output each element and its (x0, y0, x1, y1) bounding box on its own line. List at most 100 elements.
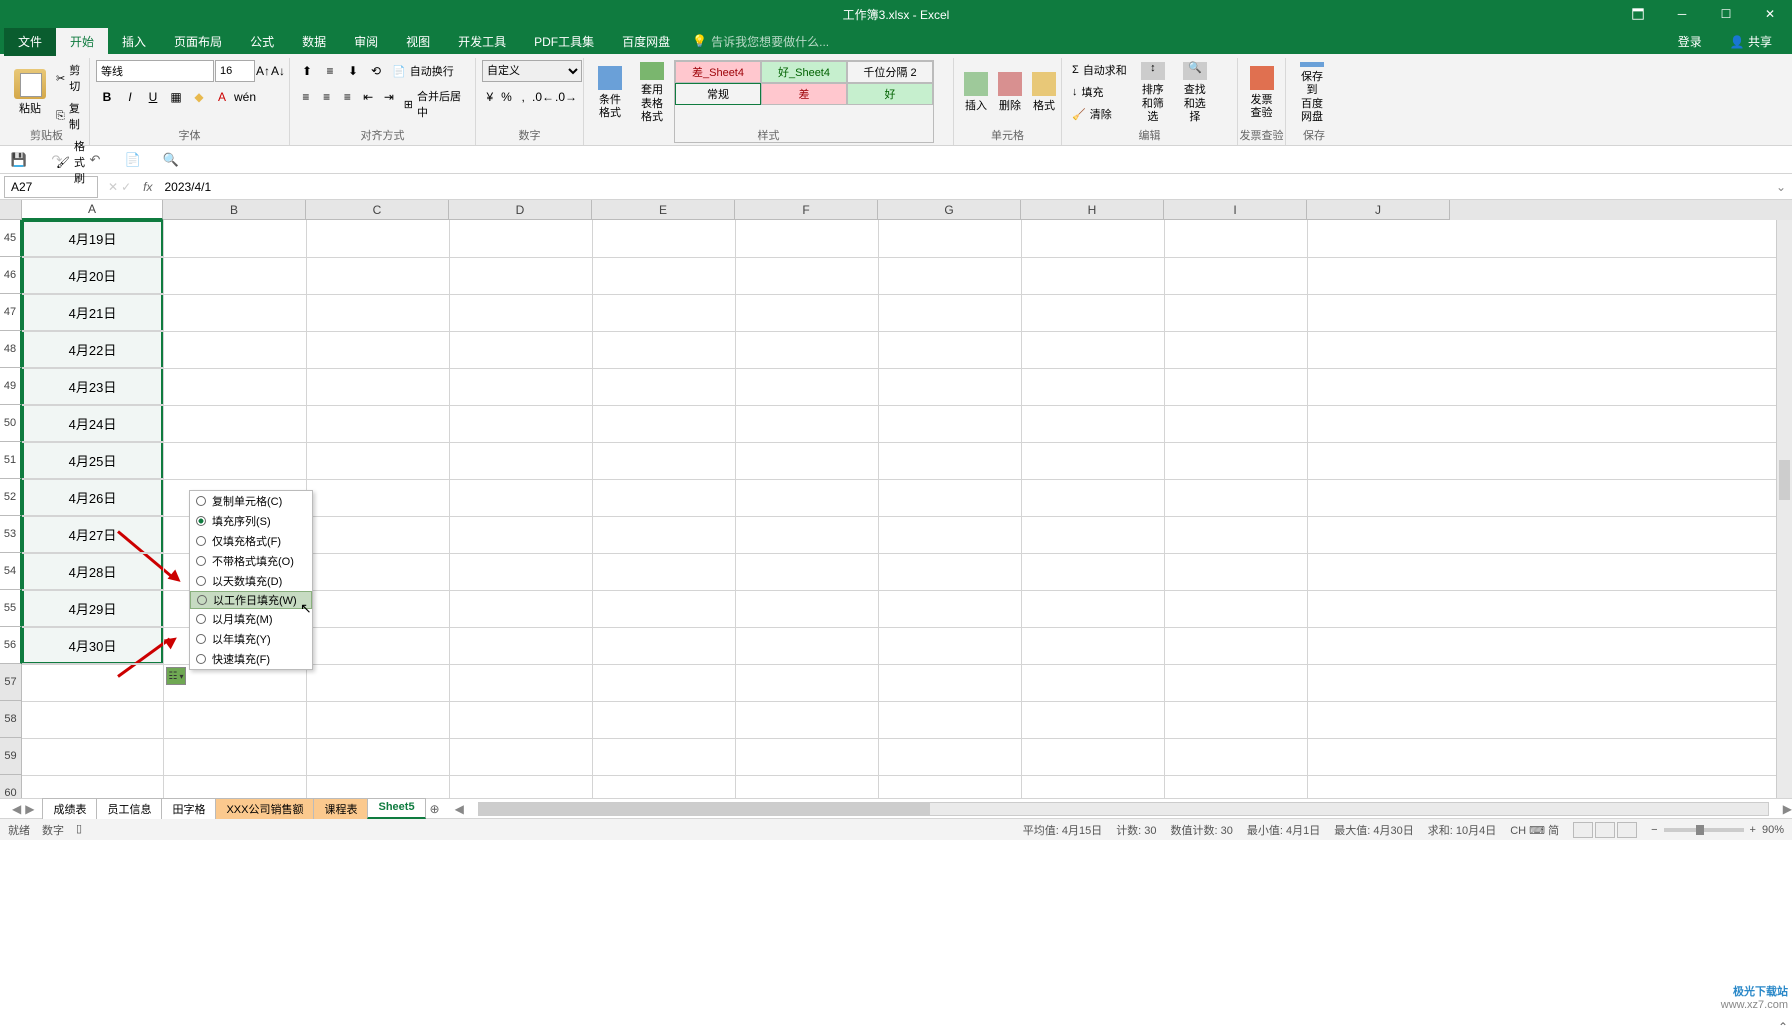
row-header-54[interactable]: 54 (0, 553, 22, 590)
decrease-font-icon[interactable]: A↓ (271, 60, 285, 82)
row-header-51[interactable]: 51 (0, 442, 22, 479)
clear-button[interactable]: 🧹清除 (1068, 104, 1131, 124)
cell-A53[interactable]: 4月27日 (22, 516, 163, 553)
column-header-J[interactable]: J (1307, 200, 1450, 220)
horizontal-scrollbar[interactable] (478, 802, 1769, 816)
spreadsheet-grid[interactable]: ABCDEFGHIJ 45464748495051525354555657585… (0, 200, 1792, 798)
tab-file[interactable]: 文件 (4, 27, 56, 56)
cell-A54[interactable]: 4月28日 (22, 553, 163, 590)
login-button[interactable]: 登录 (1664, 27, 1716, 56)
print-preview-icon[interactable]: 🔍 (160, 149, 182, 171)
align-middle-icon[interactable]: ≡ (319, 60, 341, 82)
tab-insert[interactable]: 插入 (108, 27, 160, 56)
tab-developer[interactable]: 开发工具 (444, 27, 520, 56)
zoom-value[interactable]: 90% (1762, 824, 1784, 836)
expand-formula-bar-icon[interactable]: ⌄ (1770, 180, 1792, 194)
align-right-icon[interactable]: ≡ (338, 86, 358, 108)
autofill-option-3[interactable]: 不带格式填充(O) (190, 551, 312, 571)
sheet-tab-1[interactable]: 员工信息 (96, 798, 162, 819)
number-format-combo[interactable]: 自定义 (482, 60, 582, 82)
minimize-button[interactable]: ─ (1660, 0, 1704, 28)
zoom-in-icon[interactable]: + (1750, 824, 1756, 836)
row-header-53[interactable]: 53 (0, 516, 22, 553)
maximize-button[interactable]: ☐ (1704, 0, 1748, 28)
tab-review[interactable]: 审阅 (340, 27, 392, 56)
border-button[interactable]: ▦ (165, 86, 187, 108)
sheet-nav-next-icon[interactable]: ▶ (25, 802, 34, 816)
macro-record-icon[interactable]: ▯ (76, 822, 82, 838)
paste-button[interactable]: 粘贴 (10, 60, 50, 126)
accept-formula-icon[interactable]: ✓ (121, 180, 131, 194)
collapse-ribbon-icon[interactable]: ⌃ (1778, 1020, 1788, 1034)
cut-button[interactable]: ✂剪切 (52, 60, 89, 96)
row-header-46[interactable]: 46 (0, 257, 22, 294)
sort-filter-button[interactable]: ↕排序和筛选 (1133, 60, 1173, 126)
cell-A51[interactable]: 4月25日 (22, 442, 163, 479)
row-header-58[interactable]: 58 (0, 701, 22, 738)
sheet-tab-3[interactable]: XXX公司销售额 (215, 798, 314, 819)
row-headers[interactable]: 45464748495051525354555657585960 (0, 220, 22, 798)
align-top-icon[interactable]: ⬆ (296, 60, 318, 82)
close-button[interactable]: ✕ (1748, 0, 1792, 28)
find-select-button[interactable]: 🔍查找和选择 (1175, 60, 1215, 126)
sheet-tab-5[interactable]: Sheet5 (367, 798, 425, 819)
invoice-check-button[interactable]: 发票 查验 (1244, 60, 1279, 126)
row-header-59[interactable]: 59 (0, 738, 22, 775)
tab-data[interactable]: 数据 (288, 27, 340, 56)
comma-icon[interactable]: , (515, 86, 531, 108)
cell-A52[interactable]: 4月26日 (22, 479, 163, 516)
style-bad[interactable]: 差 (761, 83, 847, 105)
increase-indent-icon[interactable]: ⇥ (379, 86, 399, 108)
row-header-49[interactable]: 49 (0, 368, 22, 405)
autofill-option-1[interactable]: 填充序列(S) (190, 511, 312, 531)
autofill-option-6[interactable]: 以月填充(M) (190, 609, 312, 629)
conditional-format-button[interactable]: 条件格式 (590, 60, 630, 126)
zoom-slider[interactable] (1664, 828, 1744, 832)
autofill-option-8[interactable]: 快速填充(F) (190, 649, 312, 669)
hscroll-left-icon[interactable]: ◀ (455, 802, 464, 816)
new-icon[interactable]: 📄 (122, 149, 144, 171)
tab-formulas[interactable]: 公式 (236, 27, 288, 56)
font-name-combo[interactable] (96, 60, 214, 82)
row-header-55[interactable]: 55 (0, 590, 22, 627)
format-cells-button[interactable]: 格式 (1028, 60, 1060, 126)
share-button[interactable]: 👤 共享 (1716, 27, 1786, 56)
autofill-option-4[interactable]: 以天数填充(D) (190, 571, 312, 591)
phonetic-button[interactable]: wén (234, 86, 256, 108)
tab-page-layout[interactable]: 页面布局 (160, 27, 236, 56)
decrease-indent-icon[interactable]: ⇤ (358, 86, 378, 108)
insert-cells-button[interactable]: 插入 (960, 60, 992, 126)
column-header-C[interactable]: C (306, 200, 449, 220)
sheet-nav-prev-icon[interactable]: ◀ (12, 802, 21, 816)
row-header-52[interactable]: 52 (0, 479, 22, 516)
underline-button[interactable]: U (142, 86, 164, 108)
save-baidu-button[interactable]: 保存到 百度网盘 (1292, 60, 1332, 126)
page-break-view-icon[interactable] (1617, 822, 1637, 838)
autofill-option-5[interactable]: 以工作日填充(W) (190, 591, 312, 609)
row-header-45[interactable]: 45 (0, 220, 22, 257)
italic-button[interactable]: I (119, 86, 141, 108)
select-all-triangle[interactable] (0, 200, 22, 220)
decrease-decimal-icon[interactable]: .0→ (555, 86, 577, 108)
align-left-icon[interactable]: ≡ (296, 86, 316, 108)
formula-input[interactable] (158, 180, 1769, 194)
autofill-options-button[interactable]: ☷▾ (166, 667, 186, 685)
fill-button[interactable]: ↓填充 (1068, 82, 1131, 102)
row-header-50[interactable]: 50 (0, 405, 22, 442)
sheet-tab-4[interactable]: 课程表 (313, 798, 368, 819)
row-header-60[interactable]: 60 (0, 775, 22, 798)
column-header-A[interactable]: A (22, 200, 163, 220)
style-good-sheet[interactable]: 好_Sheet4 (761, 61, 847, 83)
cancel-formula-icon[interactable]: ✕ (108, 180, 118, 194)
row-header-56[interactable]: 56 (0, 627, 22, 664)
wrap-text-button[interactable]: 📄自动换行 (388, 60, 458, 82)
row-header-47[interactable]: 47 (0, 294, 22, 331)
autofill-option-2[interactable]: 仅填充格式(F) (190, 531, 312, 551)
column-header-D[interactable]: D (449, 200, 592, 220)
zoom-out-icon[interactable]: − (1651, 824, 1657, 836)
page-layout-view-icon[interactable] (1595, 822, 1615, 838)
cell-A47[interactable]: 4月21日 (22, 294, 163, 331)
orientation-icon[interactable]: ⟲ (365, 60, 387, 82)
currency-icon[interactable]: ¥ (482, 86, 498, 108)
column-header-B[interactable]: B (163, 200, 306, 220)
